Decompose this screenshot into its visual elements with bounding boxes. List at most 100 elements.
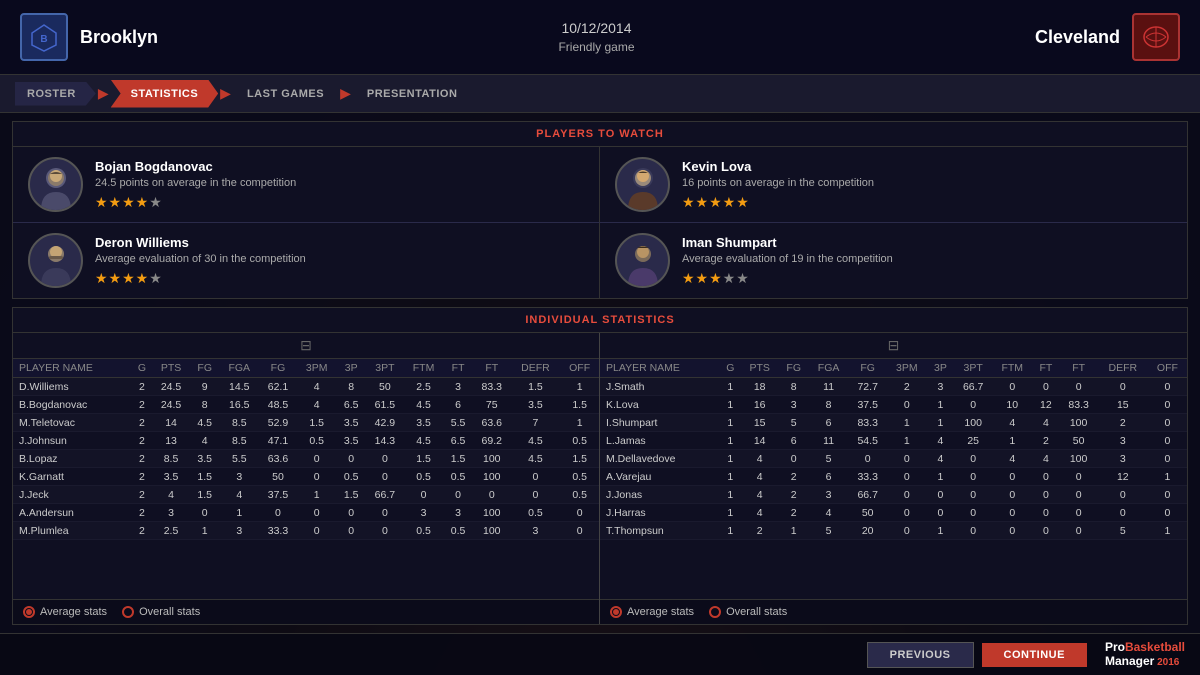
table-cell: 1.5 [297, 414, 337, 432]
table-cell: 47.1 [259, 432, 297, 450]
team-left-section: B Brooklyn [20, 13, 158, 61]
players-watch-grid: Bojan Bogdanovac 24.5 points on average … [13, 147, 1187, 298]
table-cell: J.Jonas [600, 486, 720, 504]
stats-table-right-wrapper[interactable]: PLAYER NAME G PTS FG FGA FG 3PM 3P 3PT [600, 359, 1187, 599]
player-stars-2: ★★★★★ [682, 194, 1172, 211]
table-cell: J.Johnsun [13, 432, 132, 450]
table-cell: 4 [297, 396, 337, 414]
table-row: L.Jamas11461154.51425125030 [600, 432, 1187, 450]
stats-grid: ⊟ PLAYER NAME G PTS FG FGA FG [13, 333, 1187, 624]
table-cell: 1 [927, 522, 954, 540]
stats-table-left-wrapper[interactable]: PLAYER NAME G PTS FG FGA FG 3PM 3P 3PT [13, 359, 599, 599]
table-cell: 6 [779, 432, 809, 450]
table-cell: 37.5 [849, 396, 887, 414]
table-cell: 25 [954, 432, 992, 450]
left-radio-average[interactable]: Average stats [23, 606, 107, 618]
table-cell: 11 [809, 432, 849, 450]
previous-button[interactable]: PREVIOUS [867, 642, 974, 668]
player-watch-desc-2: 16 points on average in the competition [682, 177, 1172, 189]
radio-circle-avg-right [610, 606, 622, 618]
col-off-r: OFF [1148, 359, 1187, 378]
tab-statistics[interactable]: STATISTICS [111, 80, 219, 108]
table-cell: 0 [560, 504, 599, 522]
stats-header-row-right: PLAYER NAME G PTS FG FGA FG 3PM 3P 3PT [600, 359, 1187, 378]
table-cell: 2 [132, 504, 152, 522]
table-row: M.Dellavedove140500404410030 [600, 450, 1187, 468]
table-cell: 4.5 [404, 396, 444, 414]
scroll-icon-left[interactable]: ⊟ [13, 333, 599, 359]
players-to-watch-section: PLAYERS TO WATCH Bojan Bogda [12, 121, 1188, 299]
tab-last-games[interactable]: LAST GAMES [233, 80, 338, 108]
player-stars-4: ★★★★★ [682, 270, 1172, 287]
table-cell: 14.5 [219, 378, 259, 396]
table-row: J.Smath11881172.72366.700000 [600, 378, 1187, 396]
col-player-name: PLAYER NAME [13, 359, 132, 378]
table-cell: 0 [992, 468, 1032, 486]
player-avatar-1 [28, 157, 83, 212]
table-cell: 20 [849, 522, 887, 540]
table-cell: 0 [954, 396, 992, 414]
table-cell: K.Garnatt [13, 468, 132, 486]
table-cell: 75 [473, 396, 511, 414]
table-cell: 0 [954, 522, 992, 540]
table-row: B.Bogdanovac224.5816.548.546.561.54.5675… [13, 396, 599, 414]
tab-presentation[interactable]: PRESENTATION [353, 80, 472, 108]
table-cell: 1 [560, 414, 599, 432]
table-cell: 14 [152, 414, 190, 432]
table-cell: 0 [1032, 468, 1059, 486]
player-info-4: Iman Shumpart Average evaluation of 19 i… [682, 235, 1172, 287]
table-row: J.Jonas142366.700000000 [600, 486, 1187, 504]
radio-circle-avg-left [23, 606, 35, 618]
table-cell: 2 [779, 504, 809, 522]
table-cell: 3 [443, 504, 473, 522]
table-cell: 3 [779, 396, 809, 414]
table-cell: 4 [741, 468, 779, 486]
col-g-r: G [720, 359, 741, 378]
match-type: Friendly game [558, 40, 634, 54]
table-cell: 66.7 [366, 486, 404, 504]
table-cell: 0 [1148, 378, 1187, 396]
table-row: I.Shumpart1155683.3111004410020 [600, 414, 1187, 432]
table-cell: 2 [132, 522, 152, 540]
table-cell: J.Smath [600, 378, 720, 396]
table-cell: 3 [219, 468, 259, 486]
col-ftm: FTM [404, 359, 444, 378]
table-cell: 2 [132, 396, 152, 414]
table-cell: 0 [992, 378, 1032, 396]
tab-roster[interactable]: ROSTER [15, 82, 96, 106]
table-cell: 0 [779, 450, 809, 468]
table-cell: 8.5 [219, 432, 259, 450]
table-cell: 12 [1098, 468, 1148, 486]
scroll-icon-right[interactable]: ⊟ [600, 333, 1187, 359]
stats-table-right: PLAYER NAME G PTS FG FGA FG 3PM 3P 3PT [600, 359, 1187, 540]
table-cell: 0 [511, 486, 561, 504]
table-cell: 0 [443, 486, 473, 504]
col-3pt: 3PT [366, 359, 404, 378]
table-cell: 33.3 [849, 468, 887, 486]
table-cell: 0 [336, 522, 366, 540]
table-cell: 8 [190, 396, 220, 414]
table-cell: 15 [1098, 396, 1148, 414]
table-cell: 0 [366, 522, 404, 540]
table-cell: 1 [720, 468, 741, 486]
table-cell: 83.3 [473, 378, 511, 396]
table-cell: 0 [190, 504, 220, 522]
table-cell: 3 [927, 378, 954, 396]
table-cell: 3 [809, 486, 849, 504]
table-cell: 14.3 [366, 432, 404, 450]
right-radio-average[interactable]: Average stats [610, 606, 694, 618]
left-radio-overall[interactable]: Overall stats [122, 606, 200, 618]
table-cell: 0 [1148, 486, 1187, 504]
table-cell: 1 [992, 432, 1032, 450]
table-cell: 100 [473, 504, 511, 522]
continue-button[interactable]: CONTINUE [982, 643, 1087, 667]
table-cell: D.Williems [13, 378, 132, 396]
table-cell: 0 [887, 522, 927, 540]
table-cell: 1 [720, 378, 741, 396]
table-cell: B.Lopaz [13, 450, 132, 468]
table-cell: 0 [259, 504, 297, 522]
table-cell: 24.5 [152, 378, 190, 396]
col-pts-r: PTS [741, 359, 779, 378]
col-ft-r: FT [1032, 359, 1059, 378]
right-radio-overall[interactable]: Overall stats [709, 606, 787, 618]
